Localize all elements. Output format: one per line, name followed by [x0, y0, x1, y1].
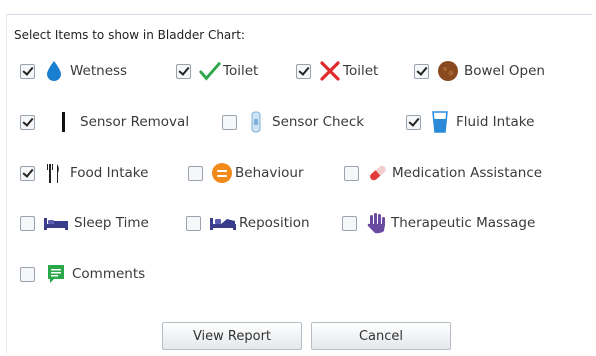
- option-fluid-intake[interactable]: Fluid Intake: [406, 107, 534, 137]
- bowel-open-checkbox[interactable]: [414, 63, 429, 79]
- therapeutic-massage-checkbox[interactable]: [342, 215, 357, 231]
- red-cross-icon: [319, 60, 341, 82]
- option-label: Fluid Intake: [456, 114, 535, 130]
- option-comments[interactable]: Comments: [20, 259, 145, 289]
- glass-icon: [429, 111, 451, 133]
- option-label: Reposition: [239, 215, 310, 231]
- water-drop-icon: [43, 60, 65, 82]
- hand-icon: [365, 212, 387, 234]
- option-therapeutic-massage[interactable]: Therapeutic Massage: [342, 208, 535, 238]
- vertical-bar-icon: [53, 111, 75, 133]
- bed-icon: [43, 212, 69, 234]
- option-toilet-fail[interactable]: Toilet: [296, 56, 378, 86]
- option-bowel-open[interactable]: Bowel Open: [414, 56, 545, 86]
- options-row-2: Sensor Removal Sensor Check Fluid Intake: [0, 107, 596, 137]
- option-sensor-check[interactable]: Sensor Check: [222, 107, 364, 137]
- food-intake-checkbox[interactable]: [20, 165, 35, 181]
- option-reposition[interactable]: Reposition: [186, 208, 310, 238]
- reposition-bed-icon: [209, 212, 237, 234]
- medication-assistance-checkbox[interactable]: [344, 165, 359, 181]
- option-wetness[interactable]: Wetness: [20, 56, 127, 86]
- option-food-intake[interactable]: Food Intake: [20, 158, 148, 188]
- sleep-time-checkbox[interactable]: [20, 215, 35, 231]
- options-row-3: Food Intake Behaviour Medication Assista…: [0, 158, 596, 188]
- option-sensor-removal[interactable]: Sensor Removal: [20, 107, 189, 137]
- option-label: Sleep Time: [74, 215, 149, 231]
- sensor-removal-checkbox[interactable]: [20, 114, 35, 130]
- comments-checkbox[interactable]: [20, 266, 35, 282]
- sensor-icon: [245, 111, 267, 133]
- pill-icon: [367, 162, 389, 184]
- options-row-1: Wetness Toilet Toilet Bowel Open: [0, 56, 596, 86]
- option-label: Sensor Removal: [80, 114, 190, 130]
- toilet-success-checkbox[interactable]: [176, 63, 191, 79]
- toilet-fail-checkbox[interactable]: [296, 63, 311, 79]
- green-check-icon: [199, 60, 221, 82]
- fluid-intake-checkbox[interactable]: [406, 114, 421, 130]
- reposition-checkbox[interactable]: [186, 215, 201, 231]
- dialog-heading: Select Items to show in Bladder Chart:: [14, 28, 245, 42]
- wetness-checkbox[interactable]: [20, 63, 35, 79]
- option-label: Comments: [72, 266, 146, 282]
- option-label: Food Intake: [70, 165, 149, 181]
- sensor-check-checkbox[interactable]: [222, 114, 237, 130]
- option-medication-assistance[interactable]: Medication Assistance: [344, 158, 542, 188]
- option-label: Toilet: [343, 63, 379, 79]
- orange-face-icon: [211, 162, 233, 184]
- cutlery-icon: [43, 162, 65, 184]
- option-toilet-success[interactable]: Toilet: [176, 56, 258, 86]
- option-label: Bowel Open: [464, 63, 545, 79]
- option-behaviour[interactable]: Behaviour: [188, 158, 304, 188]
- view-report-button[interactable]: View Report: [162, 322, 302, 350]
- option-label: Behaviour: [235, 165, 304, 181]
- comment-icon: [45, 263, 67, 285]
- option-label: Wetness: [70, 63, 128, 79]
- brown-circle-icon: [437, 60, 459, 82]
- option-label: Sensor Check: [272, 114, 365, 130]
- option-label: Medication Assistance: [392, 165, 543, 181]
- cancel-button[interactable]: Cancel: [311, 322, 451, 350]
- option-label: Toilet: [223, 63, 259, 79]
- option-label: Therapeutic Massage: [391, 215, 536, 231]
- options-row-5: Comments: [0, 259, 596, 289]
- options-row-4: Sleep Time Reposition Therapeutic Massag…: [0, 208, 596, 238]
- behaviour-checkbox[interactable]: [188, 165, 203, 181]
- option-sleep-time[interactable]: Sleep Time: [20, 208, 149, 238]
